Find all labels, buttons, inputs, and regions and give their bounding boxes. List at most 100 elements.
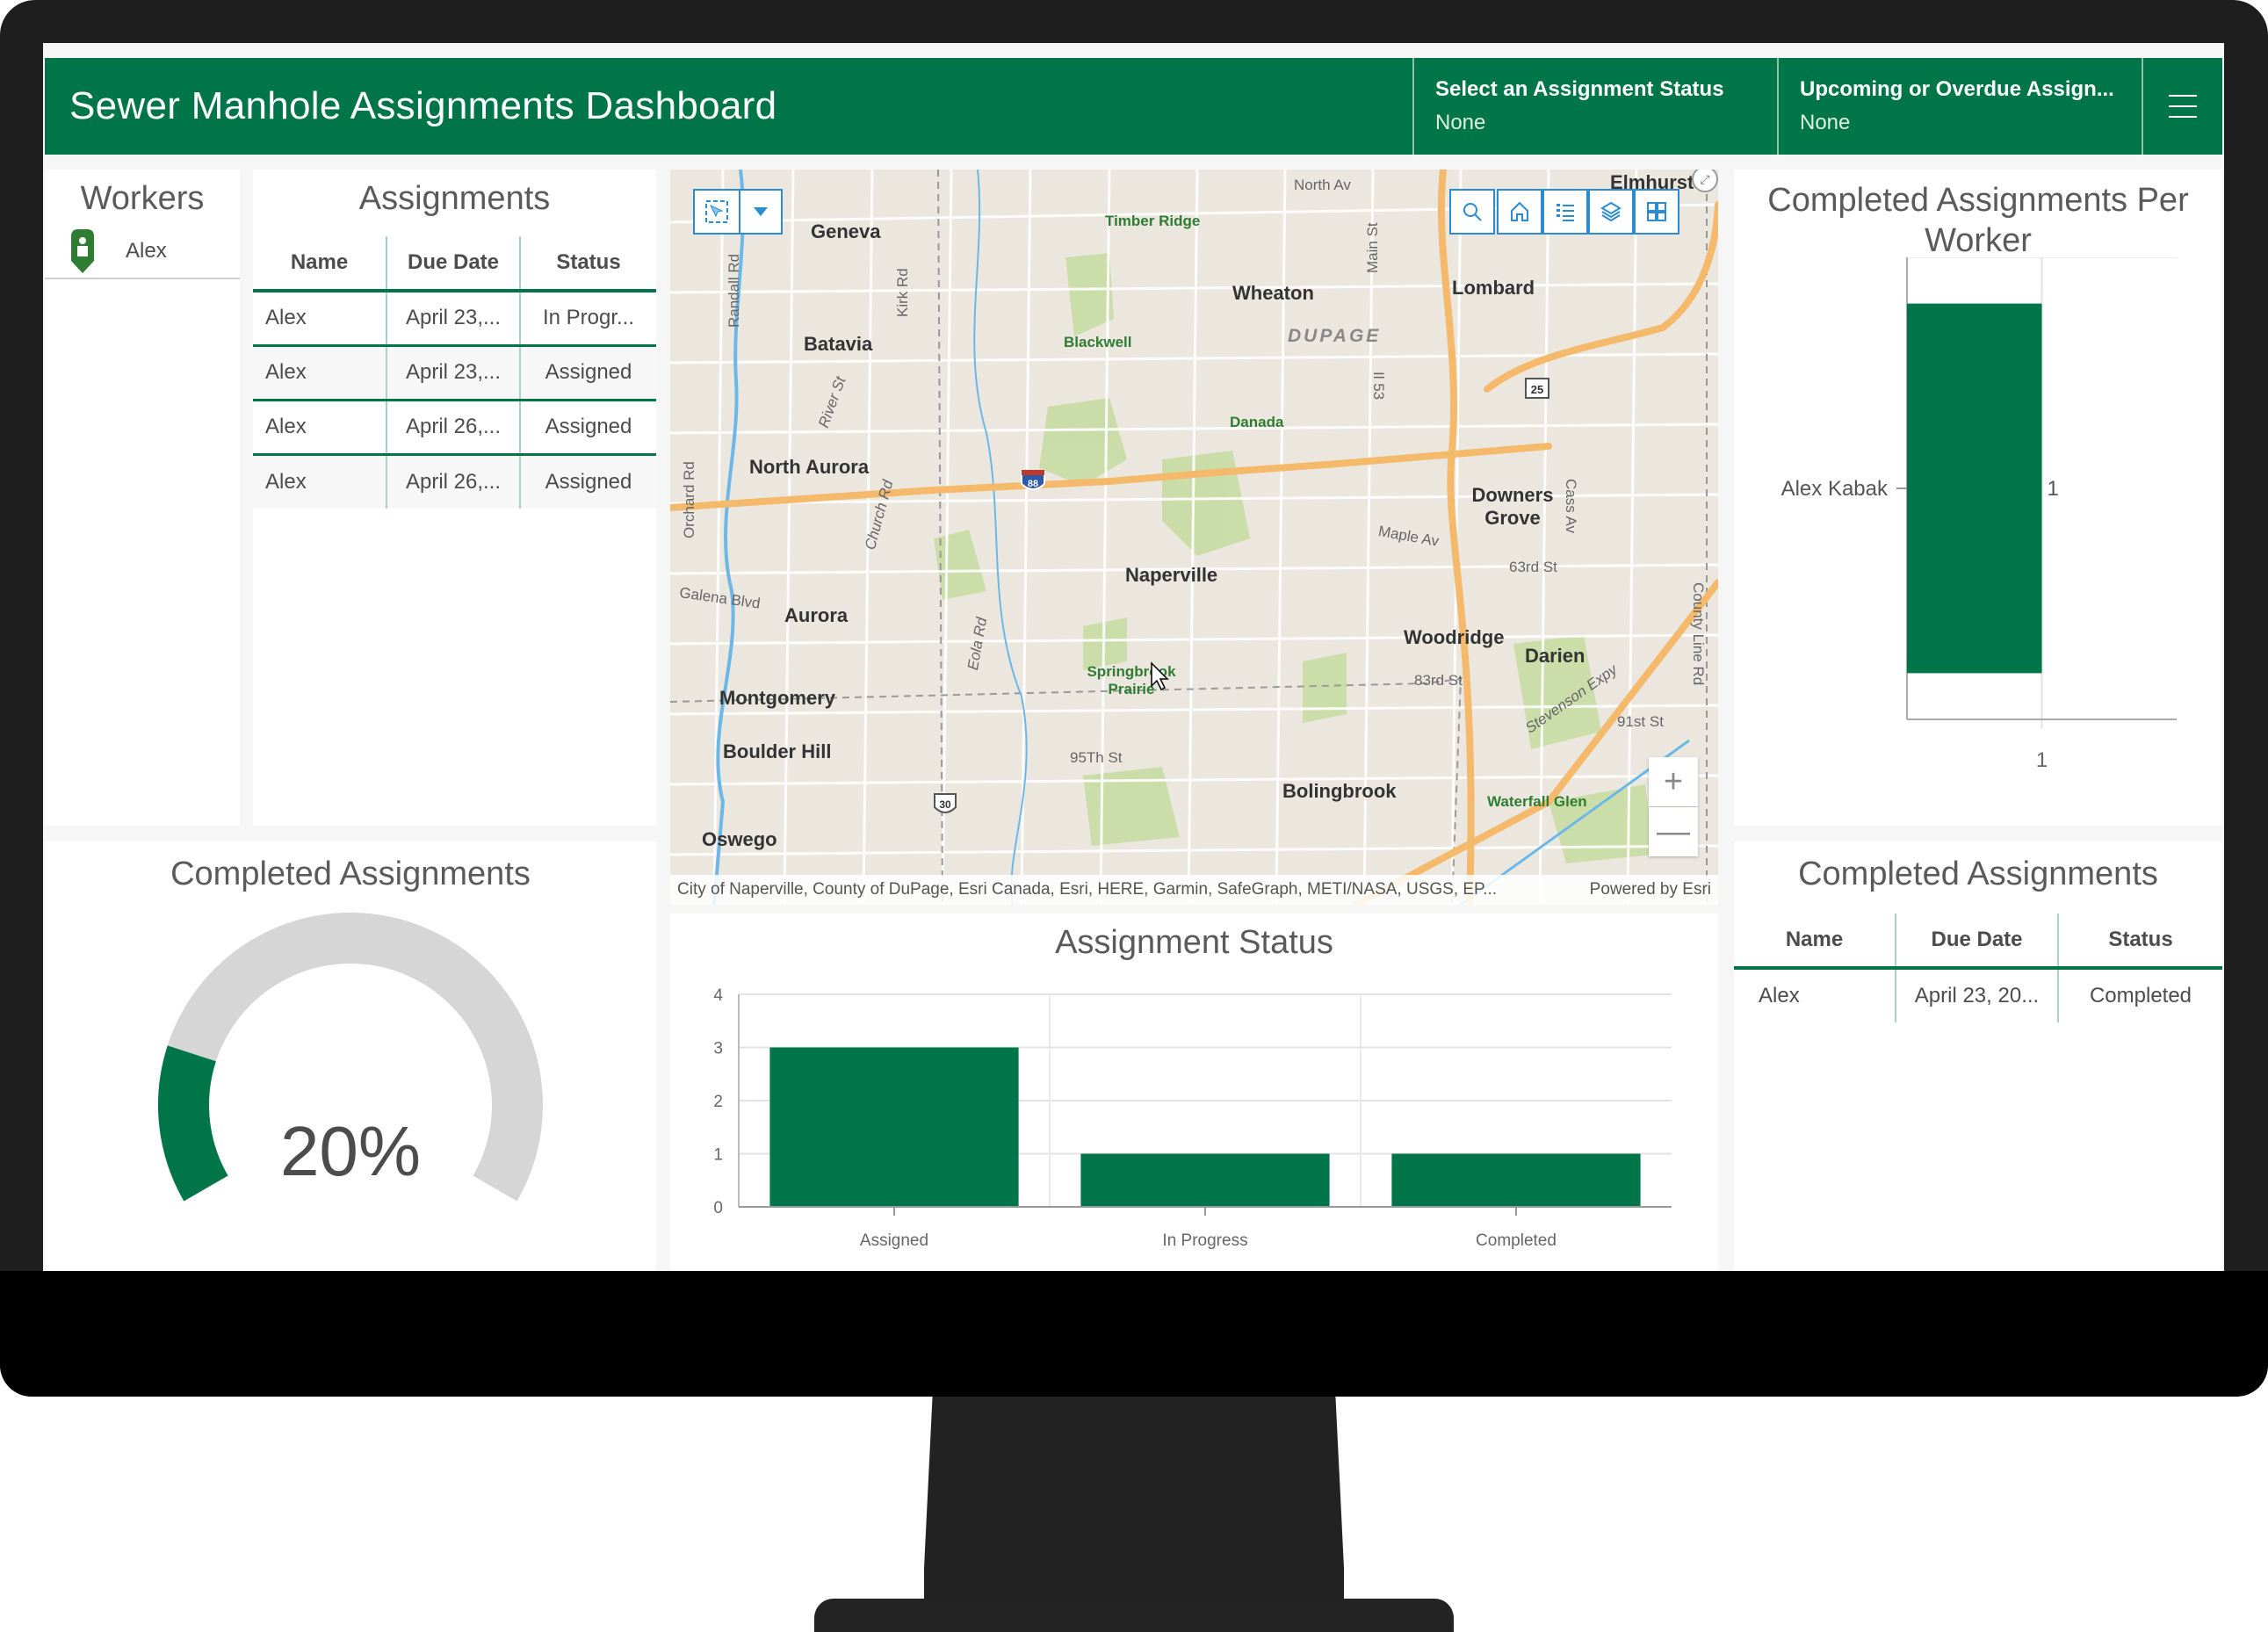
map-label-road: 95Th St bbox=[1070, 749, 1123, 766]
column-header-status[interactable]: Status bbox=[519, 236, 656, 292]
status-chart-title: Assignment Status bbox=[1055, 924, 1333, 961]
home-button[interactable] bbox=[1497, 189, 1542, 235]
x-tick-label: Assigned bbox=[860, 1231, 928, 1250]
legend-icon bbox=[1557, 204, 1574, 221]
y-tick-label: 3 bbox=[713, 1040, 723, 1058]
select-dropdown-button[interactable] bbox=[739, 189, 783, 235]
cell-name: Alex bbox=[253, 454, 386, 509]
map-label-city: Aurora bbox=[784, 604, 849, 626]
selector-value: None bbox=[1800, 111, 1851, 134]
column-header-name[interactable]: Name bbox=[253, 236, 386, 292]
powered-by-esri[interactable]: Powered by Esri bbox=[1590, 880, 1711, 899]
table-row[interactable]: Alex April 23,... Assigned bbox=[253, 345, 656, 400]
gauge-fill bbox=[158, 1045, 228, 1202]
column-header-name[interactable]: Name bbox=[1734, 913, 1896, 970]
map-label-county: DUPAGE bbox=[1288, 326, 1382, 346]
basemap-gallery-button[interactable] bbox=[1634, 189, 1679, 235]
search-button[interactable] bbox=[1449, 189, 1495, 235]
dashboard-header: Sewer Manhole Assignments Dashboard Sele… bbox=[45, 58, 2222, 155]
layers-button[interactable] bbox=[1588, 189, 1634, 235]
column-header-status[interactable]: Status bbox=[2057, 913, 2222, 970]
bar-completed[interactable] bbox=[1391, 1153, 1641, 1208]
cell-status: Assigned bbox=[519, 345, 656, 400]
cell-status: Completed bbox=[2057, 968, 2222, 1022]
selector-value: None bbox=[1435, 111, 1486, 134]
selector-label: Select an Assignment Status bbox=[1435, 77, 1724, 101]
y-tick-label: Alex Kabak bbox=[1781, 477, 1889, 501]
map-label-park: Blackwell bbox=[1064, 334, 1132, 350]
cell-due-date: April 26,... bbox=[386, 400, 520, 454]
zoom-in-button[interactable]: + bbox=[1649, 757, 1698, 806]
per-worker-bar-chart: 1 Alex Kabak 1 bbox=[1781, 257, 2177, 772]
map-label-city: Boulder Hill bbox=[723, 740, 832, 762]
table-row[interactable]: Alex April 26,... Assigned bbox=[253, 400, 656, 454]
completed-gauge-panel: Completed Assignments 20% bbox=[45, 841, 656, 1271]
y-tick-label: 0 bbox=[713, 1199, 723, 1217]
basemap-gallery-icon bbox=[1647, 202, 1666, 221]
map-label-city: Oswego bbox=[702, 828, 777, 850]
assignments-title: Assignments bbox=[358, 180, 551, 217]
hamburger-menu-icon[interactable] bbox=[2142, 58, 2222, 155]
attribution-text: City of Naperville, County of DuPage, Es… bbox=[677, 880, 1498, 899]
cell-status: In Progr... bbox=[519, 291, 656, 345]
cell-due-date: April 23, 20... bbox=[1895, 968, 2058, 1022]
assignments-table: Name Due Date Status Alex April 23,... I… bbox=[253, 236, 656, 509]
worker-list-item[interactable]: Alex bbox=[45, 225, 240, 279]
table-row[interactable]: Alex April 26,... Assigned bbox=[253, 454, 656, 509]
map-label-city: Batavia bbox=[804, 333, 873, 355]
y-tick-label: 4 bbox=[713, 986, 723, 1005]
table-row[interactable]: Alex April 23,... In Progr... bbox=[253, 291, 656, 345]
svg-text:30: 30 bbox=[939, 798, 951, 811]
map-label-city: Lombard bbox=[1452, 277, 1535, 299]
data-label: 1 bbox=[2048, 477, 2059, 501]
completed-assignments-panel: Completed Assignments Name Due Date Stat… bbox=[1734, 841, 2222, 1271]
worker-pin-icon bbox=[69, 229, 96, 273]
cell-name: Alex bbox=[1759, 984, 1800, 1007]
zoom-out-button[interactable]: — bbox=[1649, 807, 1698, 856]
selector-label: Upcoming or Overdue Assign... bbox=[1800, 77, 2114, 101]
map-label-road: County Line Rd bbox=[1690, 582, 1707, 686]
map-label-park: Danada bbox=[1230, 414, 1284, 430]
upcoming-overdue-selector[interactable]: Upcoming or Overdue Assign... None bbox=[1777, 58, 2142, 155]
bar-assigned[interactable] bbox=[769, 1047, 1019, 1208]
completed-table-title: Completed Assignments bbox=[1798, 856, 2158, 892]
map-attribution: City of Naperville, County of DuPage, Es… bbox=[670, 875, 1718, 905]
map-label-city: Woodridge bbox=[1404, 626, 1505, 648]
menu-line bbox=[2169, 116, 2197, 118]
per-worker-chart-title: Completed Assignments Per Worker bbox=[1767, 182, 2189, 259]
layers-icon bbox=[1600, 201, 1622, 222]
map-label-park: Waterfall Glen bbox=[1487, 793, 1587, 810]
completed-per-worker-panel: Completed Assignments Per Worker 1 Alex K… bbox=[1734, 170, 2222, 826]
y-tick-label: 2 bbox=[713, 1093, 723, 1111]
column-header-due-date[interactable]: Due Date bbox=[386, 236, 520, 292]
completed-gauge: 20% bbox=[158, 913, 543, 1202]
map-label-road: Cass Av bbox=[1563, 479, 1579, 534]
legend-button[interactable] bbox=[1542, 189, 1588, 235]
menu-line bbox=[2169, 95, 2197, 97]
assignment-status-selector[interactable]: Select an Assignment Status None bbox=[1412, 58, 1777, 155]
map-label-road: 63rd St bbox=[1509, 559, 1557, 575]
workers-panel: Workers Alex bbox=[45, 170, 240, 826]
bar-in-progress[interactable] bbox=[1080, 1153, 1330, 1208]
completed-assignments-table: Name Due Date Status Alex April 23, 20..… bbox=[1734, 913, 2222, 1022]
assignment-status-bar-chart: 0 1 2 3 4 Assigned In Progress Completed bbox=[713, 986, 1672, 1250]
y-tick-label: 1 bbox=[713, 1146, 723, 1165]
map-label-road: 91st St bbox=[1617, 713, 1664, 730]
bar-worker[interactable] bbox=[1907, 303, 2042, 674]
gauge-value-label: 20% bbox=[280, 1112, 421, 1190]
cell-name: Alex bbox=[265, 306, 307, 330]
column-header-due-date[interactable]: Due Date bbox=[1895, 913, 2058, 970]
monitor-stand-base bbox=[814, 1599, 1454, 1632]
map-label-city: North Aurora bbox=[749, 456, 870, 478]
map-label-road: Kirk Rd bbox=[894, 268, 911, 317]
map-label-park: Timber Ridge bbox=[1105, 213, 1201, 229]
assignment-status-panel: Assignment Status 0 1 2 3 4 Assigned In Progre… bbox=[670, 913, 1718, 1271]
map-label-road: Randall Rd bbox=[726, 253, 742, 328]
table-row[interactable]: Alex April 23, 20... Completed bbox=[1734, 968, 2222, 1022]
dashboard-screen: Sewer Manhole Assignments Dashboard Sele… bbox=[43, 43, 2224, 1271]
cell-status: Assigned bbox=[519, 400, 656, 454]
map-label-road: 83rd St bbox=[1414, 672, 1463, 689]
mouse-cursor-icon bbox=[1151, 661, 1169, 691]
select-tool-button[interactable] bbox=[693, 189, 740, 235]
map-view[interactable]: Geneva Batavia North Aurora Aurora Montg… bbox=[670, 170, 1718, 905]
